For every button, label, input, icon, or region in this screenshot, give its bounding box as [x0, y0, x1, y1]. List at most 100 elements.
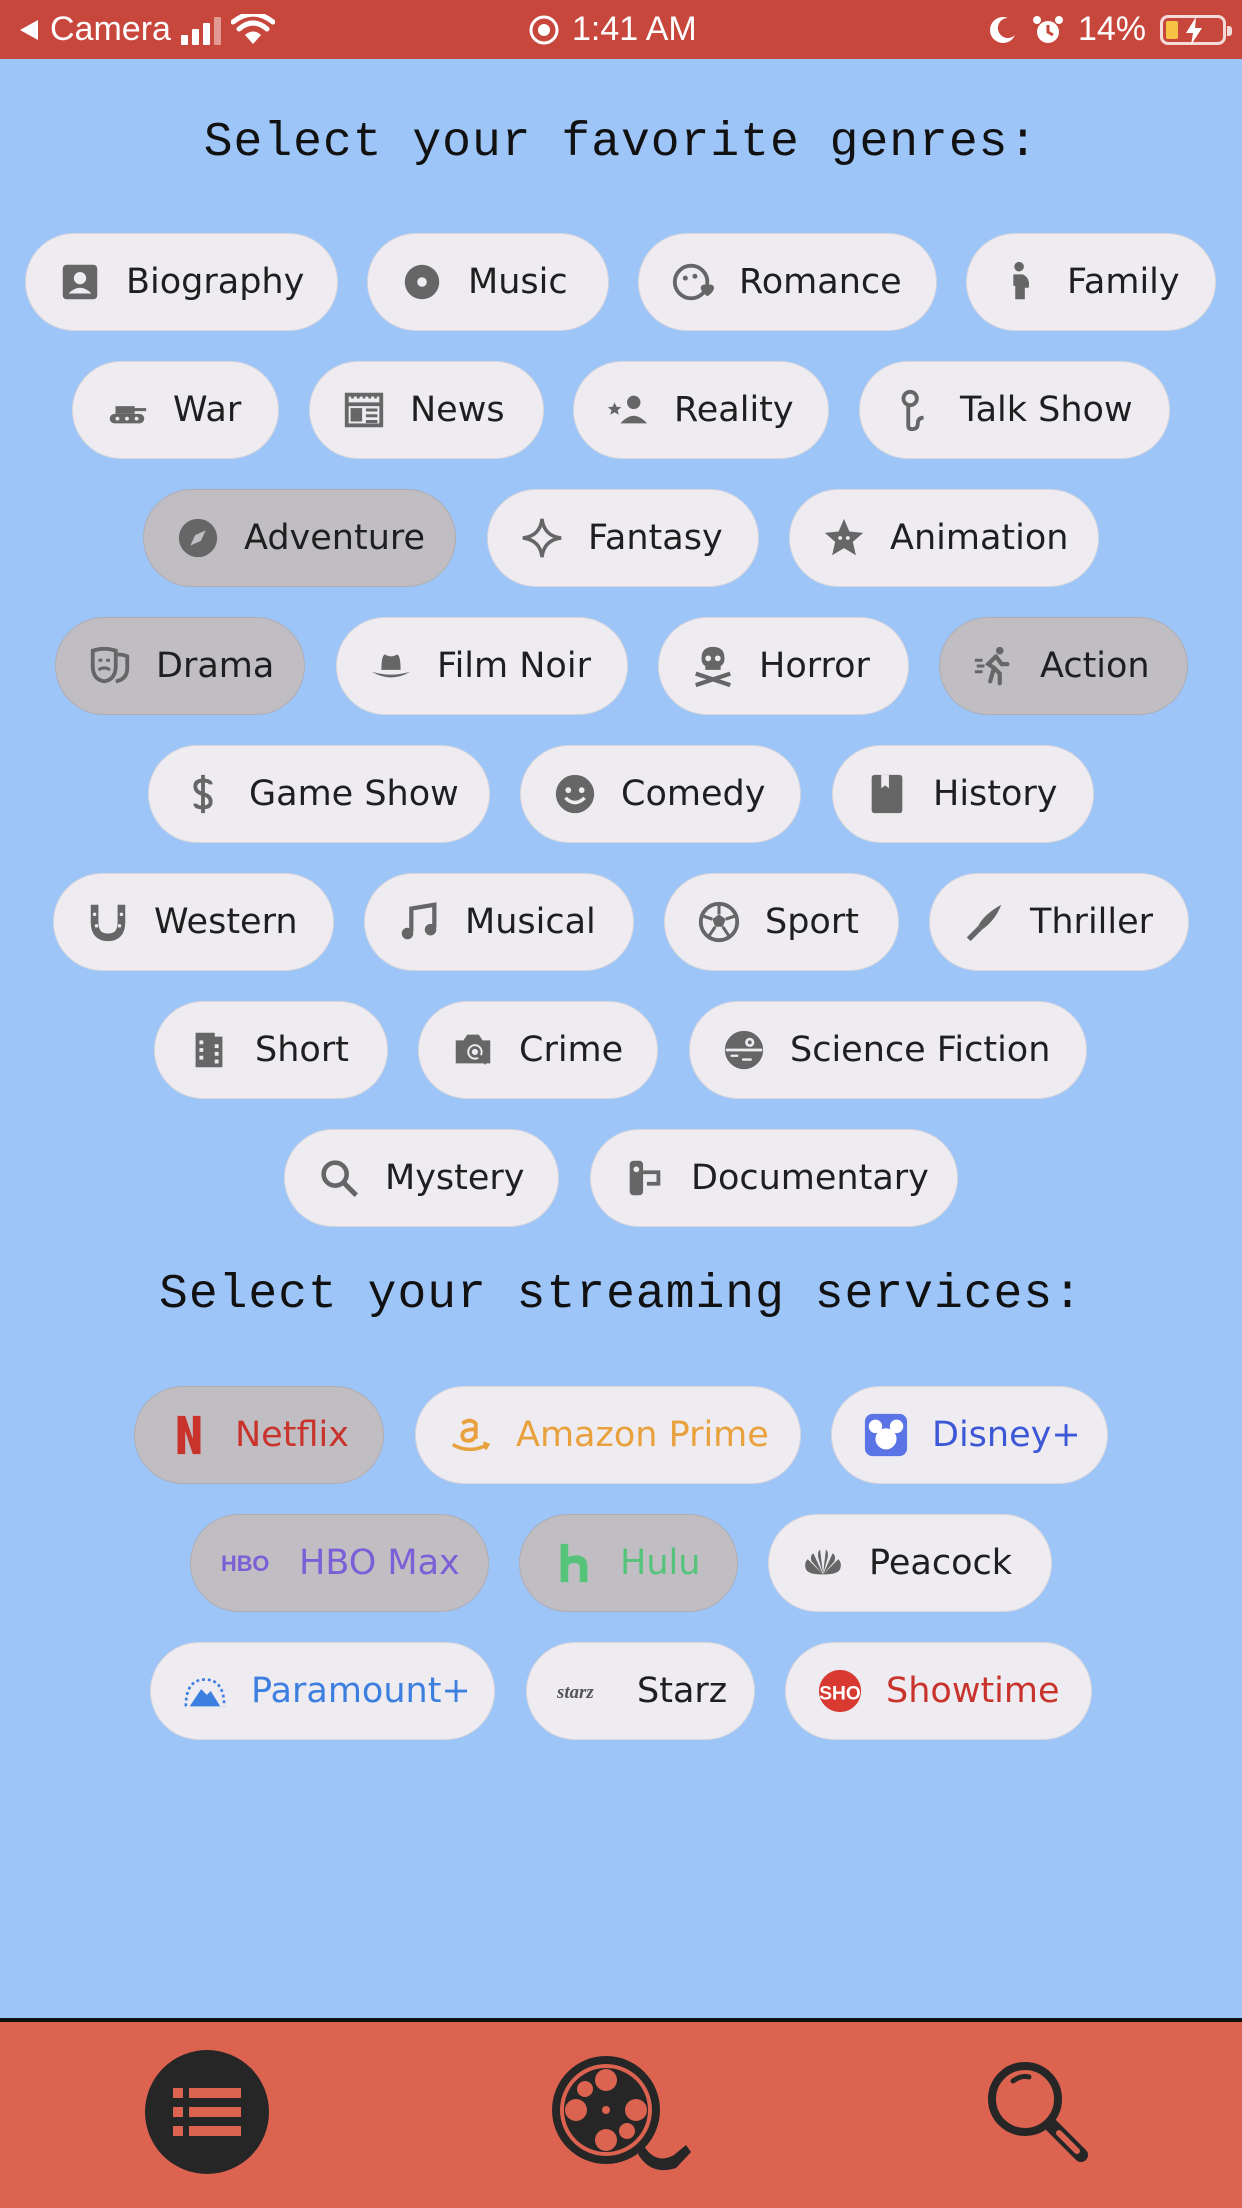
- magnifier-icon: [315, 1154, 363, 1202]
- theater-mask-icon: [86, 642, 134, 690]
- genre-label: Science Fiction: [790, 1030, 1051, 1070]
- genre-chip-reality[interactable]: Reality: [573, 361, 829, 459]
- face-heart-icon: [669, 258, 717, 306]
- genre-label: Documentary: [691, 1158, 929, 1198]
- service-chip-starz[interactable]: starz Starz: [526, 1642, 755, 1740]
- genre-chip-music[interactable]: Music: [367, 233, 609, 331]
- location-lock-icon: [529, 15, 559, 44]
- service-chip-disney-plus[interactable]: Disney+: [831, 1386, 1108, 1484]
- knife-icon: [960, 898, 1008, 946]
- genre-chip-short[interactable]: Short: [154, 1001, 388, 1099]
- amazon-logo-icon: [446, 1411, 494, 1459]
- nav-search-button[interactable]: [978, 2052, 1094, 2168]
- netflix-logo-icon: [165, 1411, 213, 1459]
- genre-label: Family: [1067, 262, 1180, 302]
- genre-chip-family[interactable]: Family: [966, 233, 1216, 331]
- genre-chip-science-fiction[interactable]: Science Fiction: [689, 1001, 1087, 1099]
- alarm-icon: [1032, 15, 1063, 43]
- service-label: Showtime: [886, 1671, 1060, 1711]
- services-heading: Select your streaming services:: [159, 1268, 1083, 1322]
- showtime-logo-text: SHO: [819, 1684, 861, 1705]
- service-label: Netflix: [235, 1415, 349, 1455]
- genre-chip-western[interactable]: Western: [53, 873, 334, 971]
- showtime-logo-icon: SHO: [816, 1667, 864, 1715]
- contact-card-icon: [56, 258, 104, 306]
- genre-label: Film Noir: [437, 646, 591, 686]
- nav-list-button[interactable]: [145, 2050, 269, 2174]
- genre-chip-sport[interactable]: Sport: [664, 873, 899, 971]
- moon-icon: [989, 16, 1015, 43]
- compass-icon: [174, 514, 222, 562]
- microphone-icon: [890, 386, 938, 434]
- service-label: Disney+: [932, 1415, 1081, 1455]
- service-label: Amazon Prime: [516, 1415, 769, 1455]
- paramount-logo-icon: [181, 1667, 229, 1715]
- peacock-logo-icon: [799, 1539, 847, 1587]
- genre-chip-crime[interactable]: Crime: [418, 1001, 658, 1099]
- genre-chip-action[interactable]: Action: [939, 617, 1188, 715]
- genre-label: Short: [255, 1030, 349, 1070]
- status-right: 14%: [988, 10, 1232, 49]
- genre-chip-musical[interactable]: Musical: [364, 873, 634, 971]
- battery-percent: 14%: [1077, 10, 1146, 48]
- genre-chip-horror[interactable]: Horror: [658, 617, 909, 715]
- genre-label: Western: [154, 902, 298, 942]
- genre-label: Sport: [765, 902, 859, 942]
- genre-chip-talk-show[interactable]: Talk Show: [859, 361, 1170, 459]
- genre-label: Drama: [156, 646, 275, 686]
- genre-chip-film-noir[interactable]: Film Noir: [336, 617, 628, 715]
- genre-label: News: [410, 390, 505, 430]
- dollar-icon: [179, 770, 227, 818]
- genre-label: Music: [468, 262, 568, 302]
- fedora-hat-icon: [367, 642, 415, 690]
- service-label: Peacock: [869, 1543, 1013, 1583]
- video-camera-icon: [621, 1154, 669, 1202]
- genre-label: Musical: [465, 902, 596, 942]
- nav-movies-button[interactable]: [546, 2050, 696, 2174]
- genre-label: Crime: [519, 1030, 624, 1070]
- soccer-ball-icon: [695, 898, 743, 946]
- service-chip-hbo-max[interactable]: HBO HBO Max: [190, 1514, 489, 1612]
- disc-icon: [398, 258, 446, 306]
- genre-label: Action: [1040, 646, 1150, 686]
- tank-icon: [103, 386, 151, 434]
- genre-chip-history[interactable]: History: [832, 745, 1094, 843]
- genre-chip-biography[interactable]: Biography: [25, 233, 338, 331]
- genre-chip-mystery[interactable]: Mystery: [284, 1129, 559, 1227]
- genre-label: Talk Show: [960, 390, 1133, 430]
- service-label: HBO Max: [299, 1543, 460, 1583]
- genre-chip-fantasy[interactable]: Fantasy: [487, 489, 759, 587]
- genre-label: Biography: [126, 262, 305, 302]
- film-reel-icon: [552, 2056, 691, 2171]
- service-chip-netflix[interactable]: Netflix: [134, 1386, 384, 1484]
- service-chip-amazon-prime[interactable]: Amazon Prime: [415, 1386, 801, 1484]
- genre-chip-documentary[interactable]: Documentary: [590, 1129, 958, 1227]
- cell-signal-icon: [180, 15, 221, 45]
- list-icon: [173, 2088, 241, 2136]
- star-face-icon: [820, 514, 868, 562]
- genre-chip-news[interactable]: News: [309, 361, 544, 459]
- genre-chip-comedy[interactable]: Comedy: [520, 745, 801, 843]
- death-star-icon: [720, 1026, 768, 1074]
- starz-logo-text: starz: [557, 1682, 594, 1703]
- service-chip-showtime[interactable]: SHO Showtime: [785, 1642, 1092, 1740]
- genre-chip-drama[interactable]: Drama: [55, 617, 305, 715]
- service-chip-paramount-plus[interactable]: Paramount+: [150, 1642, 495, 1740]
- genre-label: Fantasy: [588, 518, 723, 558]
- genre-chip-adventure[interactable]: Adventure: [143, 489, 456, 587]
- genre-label: War: [173, 390, 242, 430]
- genre-chip-thriller[interactable]: Thriller: [929, 873, 1189, 971]
- clock-area: 1:41 AM: [528, 10, 697, 49]
- genre-chip-animation[interactable]: Animation: [789, 489, 1099, 587]
- genre-chip-romance[interactable]: Romance: [638, 233, 937, 331]
- genre-chip-game-show[interactable]: Game Show: [148, 745, 490, 843]
- back-to-app[interactable]: Camera: [18, 10, 275, 49]
- hulu-logo-icon: [550, 1539, 598, 1587]
- person-star-icon: [604, 386, 652, 434]
- service-label: Hulu: [620, 1543, 701, 1583]
- service-chip-hulu[interactable]: Hulu: [519, 1514, 738, 1612]
- camera-search-icon: [449, 1026, 497, 1074]
- genre-chip-war[interactable]: War: [72, 361, 279, 459]
- music-note-icon: [395, 898, 443, 946]
- service-chip-peacock[interactable]: Peacock: [768, 1514, 1052, 1612]
